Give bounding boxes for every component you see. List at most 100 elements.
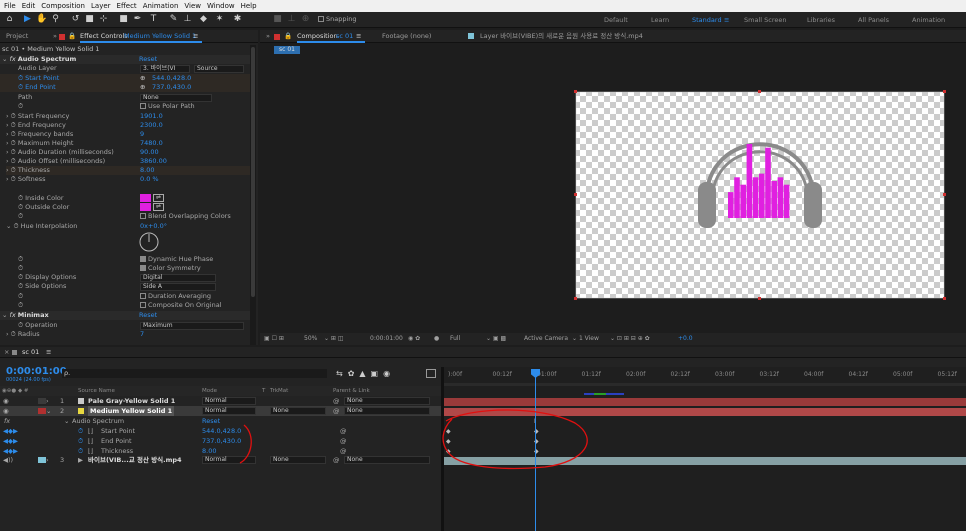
selection-tool-icon[interactable]: ▶ [22, 14, 33, 25]
keyed-property-row[interactable]: ◀◆▶ ⏱ ⌊⌋ Start Point 544.0,428.0 @ [0, 426, 444, 436]
keyframe-icon[interactable]: ◆ [446, 428, 451, 435]
inside-color-swatch[interactable] [140, 194, 151, 202]
expand-icon[interactable]: ⌄ [46, 406, 51, 416]
quality-dropdown[interactable]: Full [450, 333, 460, 345]
work-area-bar[interactable] [444, 383, 966, 386]
pickwhip-icon[interactable]: @ [333, 455, 340, 465]
menu-layer[interactable]: Layer [91, 2, 111, 10]
effect-reset-link[interactable]: Reset [202, 416, 220, 426]
side-options-dropdown[interactable]: Side A [140, 283, 216, 291]
keyed-property-value[interactable]: 544.0,428.0 [202, 426, 241, 436]
color-symmetry-checkbox[interactable] [140, 265, 146, 271]
layer-name[interactable]: 바이브(VIB...교 정산 방식.mp4 [88, 455, 182, 465]
pickwhip-icon[interactable]: @ [340, 436, 347, 446]
pickwhip-icon[interactable]: @ [333, 406, 340, 416]
zoom-dropdown[interactable]: 50% [304, 333, 317, 345]
stopwatch-icon[interactable]: › ⏱ [6, 121, 18, 129]
composite-original-checkbox[interactable] [140, 302, 146, 308]
effect-group-row[interactable]: fx ⌄ Audio Spectrum Reset [0, 416, 444, 426]
layer-search-input[interactable]: ρ. [62, 369, 327, 378]
expand-icon[interactable]: ⌄ [64, 416, 69, 426]
ec-prop-value[interactable]: 90.00 [140, 148, 159, 157]
workspace-all-panels[interactable]: All Panels [858, 16, 889, 24]
timeline-tab[interactable]: sc 01 [22, 347, 39, 358]
region-icon[interactable]: ⌄ ▣ ▩ [486, 333, 506, 345]
parent-dropdown[interactable]: None [344, 407, 430, 415]
trkmat-column[interactable]: TrkMat [270, 386, 288, 396]
stopwatch-icon[interactable]: ⏱ [18, 102, 23, 111]
expand-icon[interactable]: › [46, 455, 49, 465]
stopwatch-icon[interactable]: ⏱ [18, 301, 23, 310]
stopwatch-icon[interactable]: › ⏱ [6, 157, 18, 165]
operation-dropdown[interactable]: Maximum [140, 322, 244, 330]
mode-dropdown[interactable]: Normal [202, 456, 256, 464]
stopwatch-icon[interactable]: › ⏱ [6, 166, 18, 174]
handle-top-right[interactable] [943, 90, 946, 93]
fx-audio-spectrum-header[interactable]: ⌄ fx Audio Spectrum Reset [0, 55, 250, 64]
stopwatch-icon[interactable]: ⏱ [78, 436, 83, 446]
camera-tool-icon[interactable]: ■ [84, 14, 95, 25]
handle-bottom-right[interactable] [943, 297, 946, 300]
parent-dropdown[interactable]: None [344, 397, 430, 405]
ec-prop-value[interactable]: 7480.0 [140, 139, 163, 148]
workspace-libraries[interactable]: Libraries [807, 16, 835, 24]
roto-brush-tool-icon[interactable]: ✶ [214, 14, 225, 25]
fx-reset-link[interactable]: Reset [139, 55, 157, 64]
ec-prop-value[interactable]: 3860.00 [140, 157, 167, 166]
fx-minimax-header[interactable]: ⌄ fx Minimax Reset [0, 311, 250, 320]
ec-prop-value[interactable]: 2300.0 [140, 121, 163, 130]
zoom-tool-icon[interactable]: ⚲ [50, 14, 61, 25]
eyedropper-icon[interactable]: ⇌ [153, 194, 164, 202]
local-axis-icon[interactable]: ■ [272, 14, 283, 25]
keyframe-icon[interactable]: ◆ [446, 438, 451, 445]
views-dropdown[interactable]: ⌄ 1 View [572, 333, 599, 345]
type-tool-icon[interactable]: T [148, 14, 159, 25]
stopwatch-icon[interactable]: ⏱ [78, 426, 83, 436]
lock-icon[interactable]: 🔒 [284, 30, 292, 43]
snapping-checkbox[interactable] [318, 16, 324, 22]
stopwatch-icon[interactable]: › ⏱ [6, 130, 18, 138]
eye-icon[interactable]: ◉ [3, 396, 9, 406]
view-axis-icon[interactable]: ⊕ [300, 14, 311, 25]
stopwatch-icon[interactable]: › ⏱ [6, 139, 18, 147]
use-polar-path-option[interactable]: Use Polar Path [140, 102, 195, 111]
menu-view[interactable]: View [184, 2, 201, 10]
layer-bar-1[interactable] [444, 398, 966, 406]
trkmat-dropdown[interactable]: None [270, 407, 326, 415]
pen-tool-icon[interactable]: ✒ [132, 14, 143, 25]
playhead-line[interactable] [535, 372, 536, 531]
handle-bottom-mid[interactable] [758, 297, 761, 300]
menu-composition[interactable]: Composition [41, 2, 85, 10]
keyed-property-value[interactable]: 737.0,430.0 [202, 436, 241, 446]
radius-value[interactable]: 7 [140, 330, 144, 339]
keyframe-icon[interactable]: ◆ [446, 448, 451, 455]
workspace-default[interactable]: Default [604, 16, 628, 24]
handle-top-mid[interactable] [758, 90, 761, 93]
ec-prop-value[interactable]: 0.0 % [140, 175, 159, 184]
graph-icon[interactable]: ⌊⌋ [88, 426, 93, 436]
panel-menu-icon[interactable]: » [266, 30, 270, 43]
timeline-graph[interactable]: ):00f 00:12f 01:00f 01:12f 02:00f 02:12f 03:00… [444, 367, 966, 531]
layer-bar-2[interactable] [444, 408, 966, 416]
close-icon[interactable]: × [4, 347, 9, 358]
viewer-options-icon[interactable]: ▣ ☐ ⊞ [264, 333, 284, 345]
ec-prop-value[interactable]: 8.00 [140, 166, 154, 175]
layer-row-2[interactable]: ◉ ⌄ 2 Medium Yellow Solid 1 Normal None … [0, 406, 444, 416]
stopwatch-icon[interactable]: › ⏱ [6, 112, 18, 120]
stopwatch-icon[interactable]: ⏱ [18, 292, 23, 301]
handle-top-left[interactable] [574, 90, 577, 93]
handle-bottom-left[interactable] [574, 297, 577, 300]
puppet-tool-icon[interactable]: ✱ [232, 14, 243, 25]
audio-icon[interactable]: ◀)) [3, 455, 13, 465]
timeline-switches-icon[interactable]: ⇆✿▲▣◉ [336, 369, 395, 378]
timecode-display[interactable]: 0:00:01:00 [6, 366, 67, 377]
mode-dropdown[interactable]: Normal [202, 407, 256, 415]
project-tab[interactable]: Project [6, 30, 28, 43]
comp-viewer[interactable] [574, 90, 946, 300]
duration-averaging-checkbox[interactable] [140, 293, 146, 299]
time-ruler[interactable]: ):00f 00:12f 01:00f 01:12f 02:00f 02:12f 03:00… [444, 371, 966, 381]
workspace-small-screen[interactable]: Small Screen [744, 16, 786, 24]
brush-tool-icon[interactable]: ✎ [168, 14, 179, 25]
handle-mid-right[interactable] [943, 193, 946, 196]
layer-name[interactable]: Medium Yellow Solid 1 [88, 406, 175, 416]
